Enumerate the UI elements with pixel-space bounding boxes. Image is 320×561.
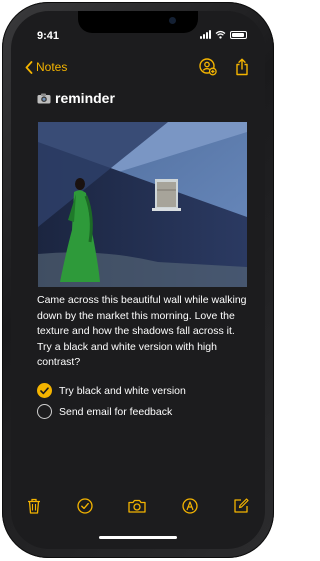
- checklist-item-label: Try black and white version: [59, 384, 186, 397]
- checklist-icon[interactable]: [76, 498, 93, 514]
- home-indicator[interactable]: [99, 536, 177, 539]
- back-label: Notes: [36, 60, 68, 74]
- nav-actions: [199, 58, 249, 76]
- checklist: Try black and white version Send email f…: [37, 380, 186, 422]
- screen: 9:41 Notes reminder Came across this bea…: [11, 11, 265, 549]
- photo-image: [38, 122, 247, 287]
- unchecked-circle-icon[interactable]: [37, 404, 52, 419]
- status-time: 9:41: [37, 30, 60, 42]
- note-body[interactable]: Came across this beautiful wall while wa…: [37, 293, 247, 371]
- note-photo[interactable]: [38, 122, 247, 287]
- checklist-item[interactable]: Send email for feedback: [37, 401, 186, 422]
- camera-icon: [37, 93, 51, 103]
- trash-icon[interactable]: [27, 498, 41, 514]
- checklist-item-label: Send email for feedback: [59, 405, 173, 418]
- checklist-item[interactable]: Try black and white version: [37, 380, 186, 401]
- share-icon[interactable]: [235, 58, 249, 76]
- note-title[interactable]: reminder: [37, 90, 115, 106]
- front-camera: [169, 17, 176, 24]
- battery-icon: [230, 30, 247, 39]
- nav-bar: Notes: [11, 58, 265, 84]
- signal-icon: [200, 30, 211, 39]
- wifi-icon: [215, 30, 226, 39]
- notch: [78, 11, 198, 33]
- note-title-text: reminder: [55, 90, 115, 106]
- camera-icon[interactable]: [128, 499, 146, 513]
- add-people-icon[interactable]: [199, 58, 217, 76]
- bottom-toolbar: [27, 498, 249, 514]
- phone-frame: 9:41 Notes reminder Came across this bea…: [2, 2, 274, 558]
- back-button[interactable]: Notes: [25, 60, 67, 74]
- chevron-left-icon: [25, 60, 33, 74]
- status-icons: [200, 30, 247, 39]
- checked-circle-icon[interactable]: [37, 383, 52, 398]
- markup-icon[interactable]: [181, 498, 198, 514]
- compose-icon[interactable]: [233, 498, 249, 514]
